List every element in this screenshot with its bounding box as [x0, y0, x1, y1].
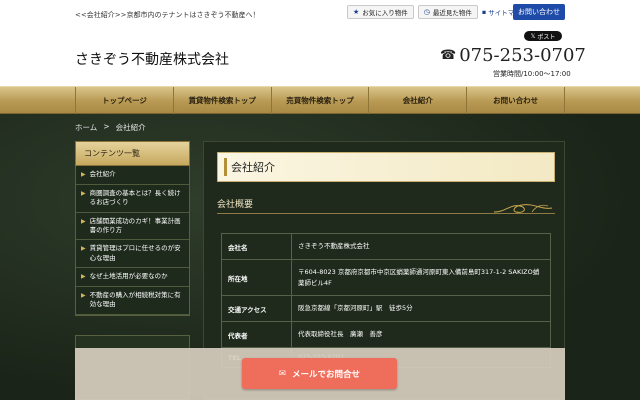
global-nav: トップページ 賃貸物件検索トップ 売買物件検索トップ 会社紹介 お問い合わせ — [0, 86, 640, 114]
chevron-right-icon: ▶ — [81, 291, 86, 299]
table-key: 交通アクセス — [221, 295, 292, 322]
table-key: 所在地 — [221, 259, 292, 296]
chevron-right-icon: ▶ — [81, 273, 86, 281]
mail-contact-label: メールでお問合せ — [292, 369, 361, 380]
sidebar-item-label: 会社紹介 — [89, 170, 116, 178]
sidebar-heading: コンテンツ一覧 — [75, 141, 190, 166]
recent-button[interactable]: ◷ 最近見た物件 — [417, 5, 478, 19]
sidebar-item-land-use[interactable]: ▶ なぜ土地活用が必要なのか — [76, 268, 189, 287]
x-post-label: ポスト — [537, 33, 556, 41]
table-row: 所在地 〒604-8023 京都府京都市中京区蛸薬師通河原町東入備前島町317-… — [221, 259, 551, 296]
favorites-label: お気に入り物件 — [362, 9, 408, 17]
table-value: 阪急京都線「京都河原町」駅 徒歩5分 — [291, 295, 551, 322]
sidebar-item-inheritance-tax[interactable]: ▶ 不動産の購入が相続税対策に有効な理由 — [76, 287, 189, 315]
table-value: 代表取締役社長 廣瀬 善彦 — [291, 321, 551, 348]
table-value: 〒604-8023 京都府京都市中京区蛸薬師通河原町東入備前島町317-1-2 … — [291, 259, 551, 296]
x-logo-icon: 𝕏 — [530, 32, 536, 40]
page-title: 会社紹介 — [217, 152, 555, 182]
favorites-button[interactable]: ★ お気に入り物件 — [347, 5, 414, 19]
sidebar-item-label: なぜ土地活用が必要なのか — [89, 272, 168, 281]
breadcrumb: ホーム > 会社紹介 — [75, 122, 146, 133]
header-contact-button[interactable]: お問い合わせ — [513, 4, 565, 20]
nav-item-sale-search[interactable]: 売買物件検索トップ — [270, 87, 369, 114]
sidebar-item-label: 商圏調査の基本とは？長く続けるお店づくり — [89, 188, 181, 207]
chevron-right-icon: ▶ — [81, 245, 86, 253]
chevron-right-icon: ▶ — [81, 189, 86, 197]
sidebar-item-company[interactable]: ▶ 会社紹介 — [76, 166, 189, 185]
phone-icon: ☎ — [440, 48, 457, 63]
header-phone[interactable]: ☎ 075-253-0707 — [440, 45, 586, 66]
nav-item-top[interactable]: トップページ — [75, 87, 173, 114]
table-row: 代表者 代表取締役社長 廣瀬 善彦 — [221, 321, 551, 348]
header-utility-links: ★ お気に入り物件 ◷ 最近見た物件 ▪ サイトマップ — [347, 5, 527, 19]
section-title: 会社概要 — [217, 200, 254, 210]
header-tagline: <<会社紹介>>京都市内のテナントはさきぞう不動産へ！ — [75, 11, 260, 19]
nav-item-company[interactable]: 会社紹介 — [368, 87, 466, 114]
sidebar-item-market-research[interactable]: ▶ 商圏調査の基本とは？長く続けるお店づくり — [76, 185, 189, 213]
sidebar-item-rental-management[interactable]: ▶ 賃貸管理はプロに任せるのが安心な理由 — [76, 240, 189, 269]
chevron-right-icon: ▶ — [81, 217, 86, 225]
sidebar-item-label: 賃貸管理はプロに任せるのが安心な理由 — [89, 244, 181, 262]
chevron-right-icon: ▶ — [81, 171, 86, 178]
phone-number: 075-253-0707 — [459, 45, 586, 66]
sidebar: コンテンツ一覧 ▶ 会社紹介 ▶ 商圏調査の基本とは？長く続けるお店づくり ▶ … — [75, 141, 190, 316]
sidebar-item-label: 不動産の購入が相続税対策に有効な理由 — [89, 290, 181, 309]
star-icon: ★ — [353, 8, 360, 16]
site-header: <<会社紹介>>京都市内のテナントはさきぞう不動産へ！ ★ お気に入り物件 ◷ … — [0, 0, 640, 86]
floating-mail-bar: ✉ メールでお問合せ — [75, 348, 565, 400]
breadcrumb-separator: > — [103, 122, 110, 131]
table-key: 代表者 — [221, 321, 292, 348]
recent-label: 最近見た物件 — [432, 9, 472, 17]
mail-contact-button[interactable]: ✉ メールでお問合せ — [242, 358, 397, 389]
nav-item-contact[interactable]: お問い合わせ — [466, 87, 565, 114]
table-key: 会社名 — [221, 233, 292, 260]
business-hours: 営業時間/10:00～17:00 — [493, 70, 571, 78]
table-value: さきぞう不動産株式会社 — [291, 233, 551, 260]
mail-icon: ✉ — [278, 368, 287, 379]
sidebar-list: ▶ 会社紹介 ▶ 商圏調査の基本とは？長く続けるお店づくり ▶ 店舗開業成功のカ… — [75, 166, 190, 316]
company-logo-text[interactable]: さきぞう不動産株式会社 — [75, 49, 229, 69]
nav-item-rent-search[interactable]: 賃貸物件検索トップ — [172, 87, 271, 114]
flourish-ornament-icon — [493, 204, 553, 213]
table-row: 会社名 さきぞう不動産株式会社 — [221, 233, 551, 260]
table-row: 交通アクセス 阪急京都線「京都河原町」駅 徒歩5分 — [221, 295, 551, 322]
x-post-button[interactable]: 𝕏 ポスト — [524, 31, 562, 41]
breadcrumb-home[interactable]: ホーム — [75, 122, 97, 133]
sidebar-item-business-plan[interactable]: ▶ 店舗開業成功のカギ！事業計画書の作り方 — [76, 213, 189, 241]
breadcrumb-current: 会社紹介 — [115, 123, 146, 132]
sitemap-icon: ▪ — [481, 8, 487, 16]
sidebar-item-label: 店舗開業成功のカギ！事業計画書の作り方 — [89, 216, 181, 234]
clock-icon: ◷ — [423, 8, 430, 16]
